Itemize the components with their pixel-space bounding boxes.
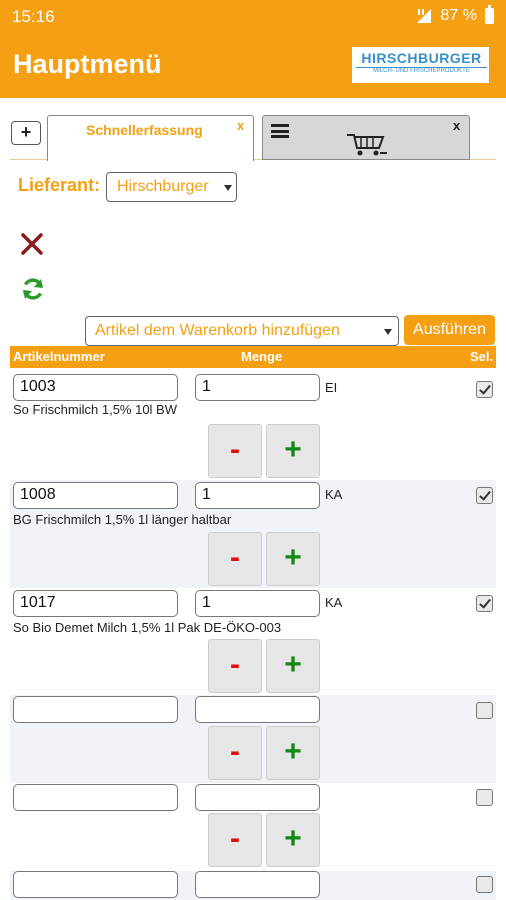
status-time: 15:16 bbox=[12, 7, 55, 26]
increase-button[interactable]: + bbox=[266, 813, 320, 867]
tab-cart[interactable]: x bbox=[262, 115, 470, 160]
quantity-input[interactable] bbox=[195, 784, 320, 811]
unit-label: KA bbox=[325, 487, 343, 502]
quantity-input[interactable]: 1 bbox=[195, 590, 320, 617]
table-row: 1017 1 KA So Bio Demet Milch 1,5% 1l Pak… bbox=[10, 588, 496, 695]
cart-icon bbox=[347, 134, 387, 156]
refresh-icon[interactable] bbox=[20, 276, 46, 302]
select-checkbox[interactable] bbox=[476, 876, 493, 893]
supplier-select[interactable]: Hirschburger bbox=[106, 172, 237, 202]
table-row: 1008 1 KA BG Frischmilch 1,5% 1l länger … bbox=[10, 480, 496, 588]
decrease-button[interactable]: - bbox=[208, 639, 262, 693]
chevron-down-icon bbox=[384, 329, 392, 335]
status-bar: 15:16 87 % bbox=[0, 0, 506, 34]
select-checkbox[interactable] bbox=[476, 381, 493, 398]
increase-button[interactable]: + bbox=[266, 424, 320, 478]
article-number-input[interactable] bbox=[13, 871, 178, 898]
menu-icon[interactable] bbox=[271, 124, 289, 138]
table-row bbox=[10, 871, 496, 900]
add-tab-button[interactable]: + bbox=[11, 121, 41, 145]
increase-button[interactable]: + bbox=[266, 726, 320, 780]
app-header: Hauptmenü HIRSCHBURGER MILCH- UND FRISCH… bbox=[0, 34, 506, 98]
article-number-input[interactable]: 1017 bbox=[13, 590, 178, 617]
table-row: 1003 1 EI So Frischmilch 1,5% 10l BW - + bbox=[10, 370, 496, 480]
article-number-input[interactable] bbox=[13, 696, 178, 723]
decrease-button[interactable]: - bbox=[208, 813, 262, 867]
select-checkbox[interactable] bbox=[476, 487, 493, 504]
decrease-button[interactable]: - bbox=[208, 424, 262, 478]
battery-percent: 87 % bbox=[440, 7, 477, 24]
table-row: - + bbox=[10, 783, 496, 871]
brand-logo: HIRSCHBURGER MILCH- UND FRISCHEPRODUKTE bbox=[352, 47, 489, 83]
increase-button[interactable]: + bbox=[266, 532, 320, 586]
decrease-button[interactable]: - bbox=[208, 726, 262, 780]
logo-subtext: MILCH- UND FRISCHEPRODUKTE bbox=[373, 68, 470, 74]
table-row: - + bbox=[10, 695, 496, 783]
supplier-label: Lieferant: bbox=[18, 175, 101, 195]
unit-label: KA bbox=[325, 595, 343, 610]
quantity-input[interactable] bbox=[195, 696, 320, 723]
close-tab-icon[interactable]: x bbox=[237, 118, 244, 133]
supplier-value: Hirschburger bbox=[117, 178, 209, 195]
decrease-button[interactable]: - bbox=[208, 532, 262, 586]
select-checkbox[interactable] bbox=[476, 702, 493, 719]
column-header-select: Sel. bbox=[470, 349, 494, 364]
page-title: Hauptmenü bbox=[13, 49, 162, 79]
close-tab-icon[interactable]: x bbox=[453, 118, 460, 133]
quantity-input[interactable]: 1 bbox=[195, 374, 320, 401]
article-description: So Frischmilch 1,5% 10l BW bbox=[13, 402, 177, 417]
delete-icon[interactable] bbox=[20, 232, 44, 256]
select-checkbox[interactable] bbox=[476, 595, 493, 612]
article-number-input[interactable]: 1003 bbox=[13, 374, 178, 401]
quantity-input[interactable]: 1 bbox=[195, 482, 320, 509]
article-description: BG Frischmilch 1,5% 1l länger haltbar bbox=[13, 512, 232, 527]
battery-icon bbox=[485, 5, 494, 24]
action-value: Artikel dem Warenkorb hinzufügen bbox=[95, 322, 340, 339]
logo-text: HIRSCHBURGER bbox=[361, 50, 482, 66]
unit-label: EI bbox=[325, 380, 338, 395]
tab-schnellerfassung[interactable]: Schnellerfassung x bbox=[47, 115, 254, 161]
status-indicators: 87 % bbox=[415, 5, 494, 25]
chevron-down-icon bbox=[224, 185, 232, 191]
table-header: Artikelnummer Menge Sel. bbox=[10, 346, 496, 368]
signal-icon bbox=[416, 9, 431, 23]
article-number-input[interactable]: 1008 bbox=[13, 482, 178, 509]
article-description: So Bio Demet Milch 1,5% 1l Pak DE-ÖKO-00… bbox=[13, 620, 282, 635]
run-button[interactable]: Ausführen bbox=[404, 315, 495, 345]
column-header-quantity: Menge bbox=[241, 349, 283, 364]
increase-button[interactable]: + bbox=[266, 639, 320, 693]
column-header-article: Artikelnummer bbox=[13, 349, 105, 364]
select-checkbox[interactable] bbox=[476, 789, 493, 806]
quantity-input[interactable] bbox=[195, 871, 320, 898]
article-number-input[interactable] bbox=[13, 784, 178, 811]
tab-label: Schnellerfassung bbox=[86, 122, 203, 138]
action-select[interactable]: Artikel dem Warenkorb hinzufügen bbox=[85, 316, 399, 346]
